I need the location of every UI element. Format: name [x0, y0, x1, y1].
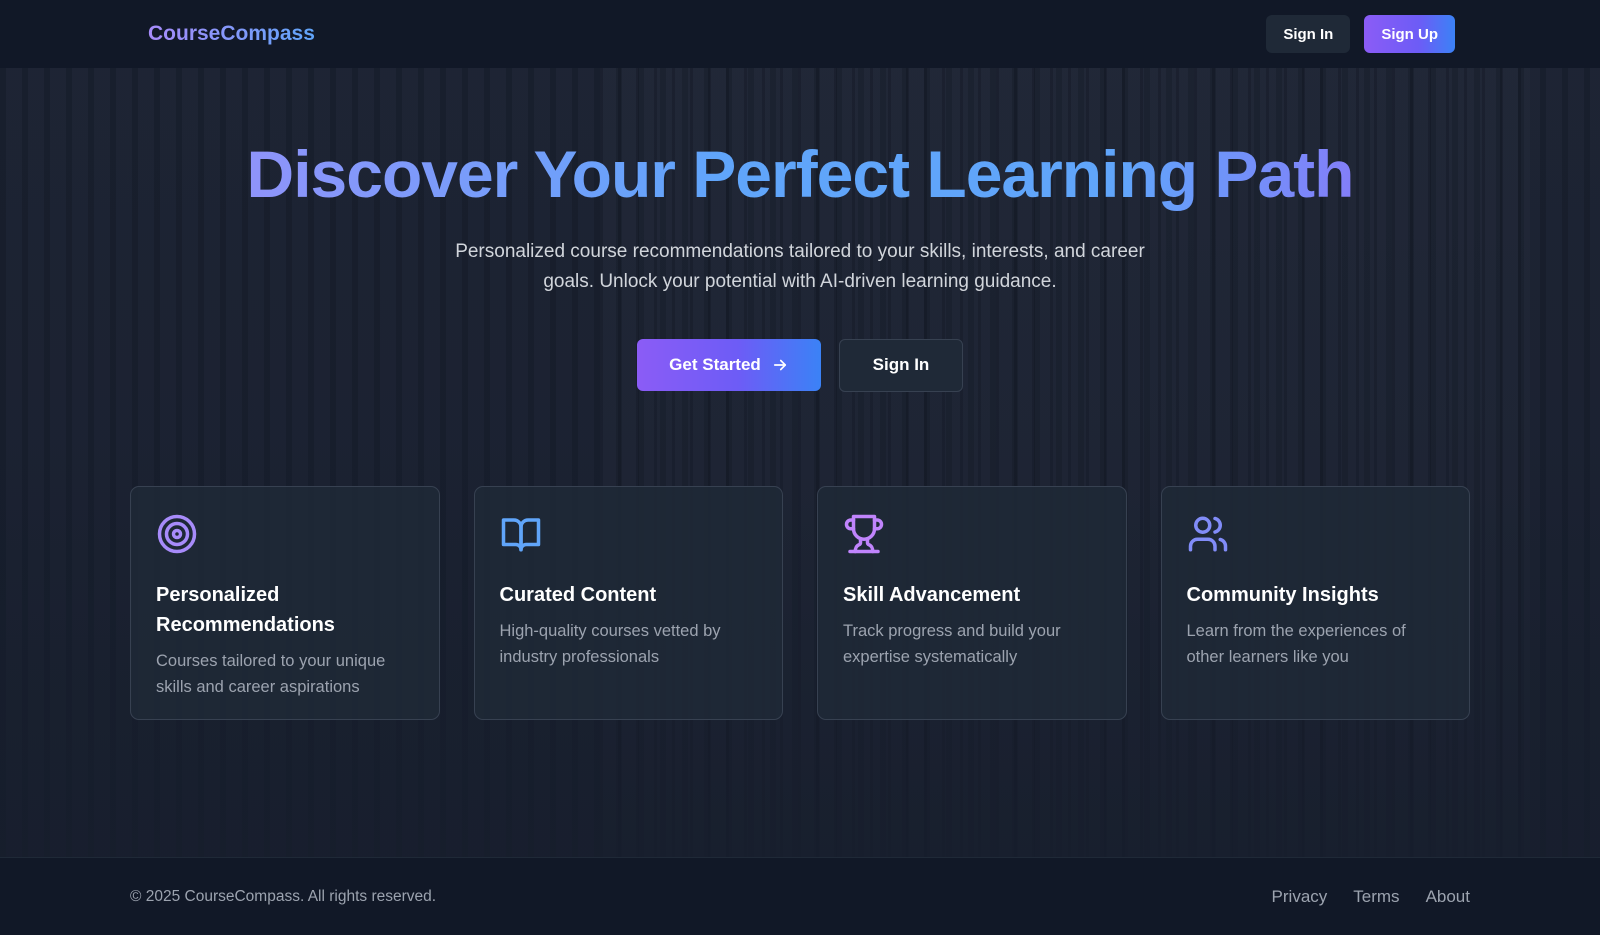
footer-link-privacy[interactable]: Privacy — [1272, 887, 1328, 907]
target-icon — [157, 514, 197, 554]
feature-card: Curated Content High-quality courses vet… — [473, 486, 783, 720]
get-started-button[interactable]: Get Started — [637, 338, 821, 391]
hero-title: Discover Your Perfect Learning Path — [0, 138, 1600, 211]
hero-cta-group: Get Started Sign In — [0, 338, 1600, 392]
feature-card: Skill Advancement Track progress and bui… — [817, 486, 1127, 720]
feature-description: Track progress and build your expertise … — [843, 622, 1061, 666]
hero-sign-in-button[interactable]: Sign In — [839, 338, 963, 392]
footer-link-about[interactable]: About — [1426, 887, 1470, 907]
nav-actions: Sign In Sign Up — [1266, 15, 1455, 53]
arrow-right-icon — [773, 359, 786, 370]
nav-sign-up-button[interactable]: Sign Up — [1364, 15, 1455, 53]
feature-card: Community Insights Learn from the experi… — [1160, 486, 1470, 720]
feature-title: Community Insights — [1186, 584, 1379, 606]
feature-title: Curated Content — [499, 584, 657, 606]
users-icon — [1188, 516, 1227, 552]
hero-section: Discover Your Perfect Learning Path Pers… — [0, 68, 1600, 392]
trophy-icon — [844, 514, 884, 554]
feature-title: Personalized Recommendations — [156, 584, 335, 636]
hero-subtitle: Personalized course recommendations tail… — [455, 240, 1145, 292]
feature-description: Learn from the experiences of other lear… — [1186, 622, 1406, 666]
features-grid: Personalized Recommendations Courses tai… — [130, 486, 1470, 720]
brand-logo[interactable]: CourseCompass — [148, 22, 315, 46]
site-footer: © 2025 CourseCompass. All rights reserve… — [0, 857, 1600, 935]
feature-description: High-quality courses vetted by industry … — [499, 622, 721, 666]
footer-links: Privacy Terms About — [1272, 887, 1470, 907]
top-navbar: CourseCompass Sign In Sign Up — [0, 0, 1600, 68]
nav-sign-in-button[interactable]: Sign In — [1266, 15, 1351, 53]
book-open-icon — [501, 518, 540, 552]
feature-title: Skill Advancement — [843, 584, 1021, 606]
feature-description: Courses tailored to your unique skills a… — [156, 652, 386, 696]
get-started-label: Get Started — [669, 354, 761, 374]
copyright-text: © 2025 CourseCompass. All rights reserve… — [130, 887, 437, 905]
feature-card: Personalized Recommendations Courses tai… — [130, 486, 440, 720]
footer-link-terms[interactable]: Terms — [1353, 887, 1399, 907]
